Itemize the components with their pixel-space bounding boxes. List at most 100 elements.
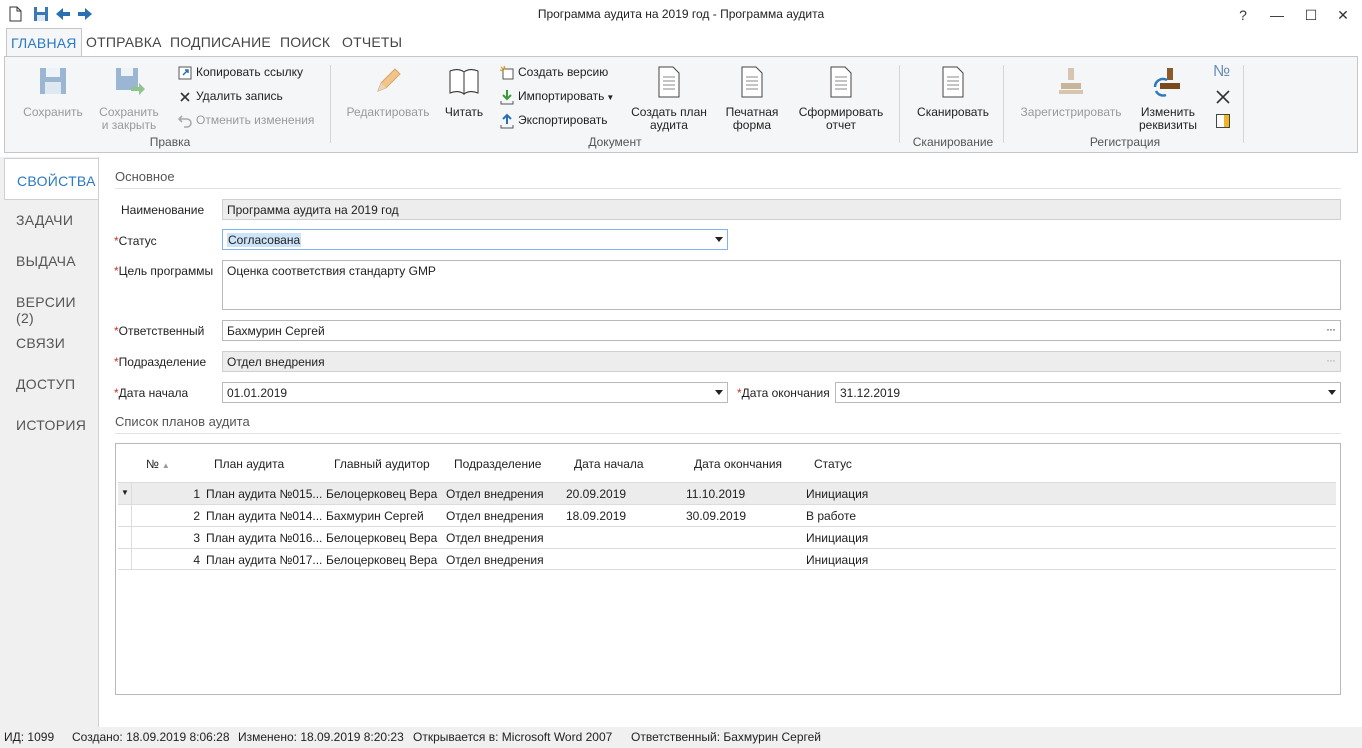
ribbon-separator: [1243, 65, 1244, 143]
minimize-button[interactable]: —: [1262, 4, 1292, 26]
delete-record-button[interactable]: Удалить запись: [177, 87, 283, 107]
start-date-label: *Дата начала: [114, 386, 189, 400]
register-button[interactable]: Зарегистрировать: [1015, 65, 1127, 119]
nav-issue[interactable]: ВЫДАЧА: [16, 253, 76, 269]
status-id: ИД: 1099: [4, 730, 55, 744]
save-button[interactable]: Сохранить: [19, 65, 87, 119]
ribbon-separator: [1003, 65, 1004, 143]
import-arrow-icon: [500, 89, 514, 105]
maximize-button[interactable]: ☐: [1296, 4, 1326, 26]
nav-history[interactable]: ИСТОРИЯ: [16, 417, 86, 433]
col-header-auditor[interactable]: Главный аудитор: [334, 457, 430, 471]
delete-x-icon: [180, 92, 190, 102]
ellipsis-button[interactable]: ···: [1326, 322, 1336, 336]
create-audit-plan-button[interactable]: Создать план аудита: [625, 65, 713, 132]
department-field[interactable]: Отдел внедрения ···: [222, 351, 1341, 372]
goal-textarea[interactable]: Оценка соответствия стандарту GMP: [222, 260, 1341, 310]
save-icon: [40, 68, 66, 94]
row-indicator: [118, 527, 132, 548]
name-field[interactable]: Программа аудита на 2019 год: [222, 199, 1341, 220]
title-bar: Программа аудита на 2019 год - Программа…: [0, 0, 1362, 28]
stamp-refresh-icon: [1153, 68, 1180, 97]
export-arrow-icon: [500, 113, 514, 129]
ribbon-separator: [330, 65, 331, 143]
status-label: *Статус: [114, 234, 157, 248]
group-scan-label: Сканирование: [912, 135, 994, 149]
table-row[interactable]: 3 План аудита №016... Белоцерковец Вера …: [118, 526, 1336, 548]
scan-icon: [942, 66, 964, 98]
nav-access[interactable]: ДОСТУП: [16, 376, 75, 392]
export-button[interactable]: Экспортировать: [499, 111, 608, 131]
col-header-number[interactable]: № ▲: [146, 457, 170, 471]
undo-icon: [177, 115, 192, 128]
help-button[interactable]: ?: [1228, 4, 1258, 26]
tab-home[interactable]: ГЛАВНАЯ: [6, 28, 82, 57]
status-created: Создано: 18.09.2019 8:06:28: [72, 730, 230, 744]
save-close-icon: [116, 68, 145, 95]
stamp-icon: [1059, 68, 1083, 94]
sort-asc-icon: ▲: [161, 461, 170, 470]
make-report-button[interactable]: Сформировать отчет: [793, 65, 889, 132]
pencil-icon: [377, 68, 401, 92]
status-modified: Изменено: 18.09.2019 8:20:23: [238, 730, 404, 744]
table-row[interactable]: 2 План аудита №014... Бахмурин Сергей От…: [118, 504, 1336, 526]
properties-panel: Основное Наименование Программа аудита н…: [98, 157, 1358, 727]
create-version-button[interactable]: Создать версию: [499, 63, 608, 83]
chevron-down-icon: ▼: [606, 93, 615, 102]
table-row[interactable]: ▼ 1 План аудита №015... Белоцерковец Вер…: [118, 482, 1336, 504]
start-date-picker[interactable]: 01.01.2019: [222, 382, 728, 403]
row-indicator: ▼: [118, 483, 132, 504]
table-row[interactable]: 4 План аудита №017... Белоцерковец Вера …: [118, 548, 1336, 570]
status-opens-in: Открывается в: Microsoft Word 2007: [413, 730, 613, 744]
clear-icon[interactable]: [1215, 89, 1231, 105]
goal-label: *Цель программы: [114, 264, 214, 278]
dropdown-arrow-icon[interactable]: [715, 237, 723, 242]
nav-tasks[interactable]: ЗАДАЧИ: [16, 212, 73, 228]
tab-reports[interactable]: ОТЧЕТЫ: [342, 34, 402, 50]
close-button[interactable]: ✕: [1328, 4, 1358, 26]
divider: [115, 433, 1341, 434]
print-form-icon: [741, 66, 763, 98]
tab-sign[interactable]: ПОДПИСАНИЕ: [170, 34, 271, 50]
section-main-title: Основное: [115, 169, 175, 184]
copy-link-button[interactable]: Копировать ссылку: [177, 63, 303, 83]
dropdown-arrow-icon[interactable]: [1328, 390, 1336, 395]
row-indicator: [118, 549, 132, 570]
cancel-changes-button[interactable]: Отменить изменения: [177, 111, 314, 131]
col-header-department[interactable]: Подразделение: [454, 457, 541, 471]
col-header-end-date[interactable]: Дата окончания: [694, 457, 782, 471]
print-form-button[interactable]: Печатная форма: [717, 65, 787, 132]
nav-links[interactable]: СВЯЗИ: [16, 335, 65, 351]
section-plans-title: Список планов аудита: [115, 414, 250, 429]
responsible-field[interactable]: Бахмурин Сергей ···: [222, 320, 1341, 341]
dropdown-arrow-icon[interactable]: [715, 390, 723, 395]
tab-send[interactable]: ОТПРАВКА: [86, 34, 162, 50]
department-label: *Подразделение: [114, 355, 207, 369]
end-date-picker[interactable]: 31.12.2019: [835, 382, 1341, 403]
ribbon-separator: [899, 65, 900, 143]
window-title: Программа аудита на 2019 год - Программа…: [537, 7, 825, 21]
status-select[interactable]: Согласована: [222, 229, 728, 250]
number-icon[interactable]: №: [1213, 63, 1230, 81]
col-header-status[interactable]: Статус: [814, 457, 852, 471]
row-indicator: [118, 505, 132, 526]
col-header-start-date[interactable]: Дата начала: [574, 457, 644, 471]
change-requisites-button[interactable]: Изменить реквизиты: [1131, 65, 1205, 132]
col-header-plan[interactable]: План аудита: [214, 457, 284, 471]
document-plan-icon: [658, 66, 680, 98]
scan-button[interactable]: Сканировать: [911, 65, 995, 119]
edit-button[interactable]: Редактировать: [343, 65, 433, 119]
panel-icon[interactable]: [1215, 113, 1231, 129]
save-and-close-button[interactable]: Сохранить и закрыть: [93, 65, 165, 132]
read-button[interactable]: Читать: [439, 65, 489, 119]
report-icon: [830, 66, 852, 98]
book-icon: [449, 69, 479, 95]
responsible-label: *Ответственный: [114, 324, 205, 338]
group-registration-label: Регистрация: [1089, 135, 1161, 149]
nav-properties[interactable]: СВОЙСТВА: [4, 158, 99, 200]
version-icon: [499, 65, 514, 80]
group-document-label: Документ: [588, 135, 642, 149]
import-button[interactable]: Импортировать ▼: [499, 87, 614, 107]
nav-versions[interactable]: ВЕРСИИ (2): [16, 294, 98, 326]
tab-search[interactable]: ПОИСК: [280, 34, 330, 50]
